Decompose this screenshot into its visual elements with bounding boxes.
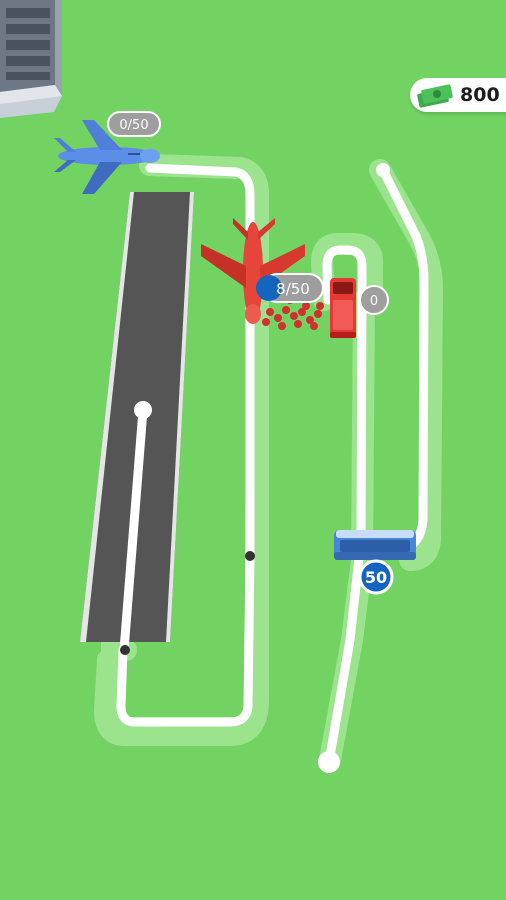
red-bus[interactable] — [330, 278, 356, 338]
money-counter: 800 — [410, 78, 506, 112]
path-waypoint-dot — [245, 551, 255, 561]
red-bus-counter: 0 — [370, 294, 378, 309]
blue-plane-counter: 0/50 — [119, 118, 148, 133]
red-plane-counter: 8/50 — [276, 280, 310, 298]
blue-bus[interactable] — [334, 530, 416, 560]
money-value: 800 — [460, 84, 500, 106]
path-start-node[interactable] — [376, 163, 390, 177]
path-waypoint-dot — [120, 645, 130, 655]
runway-start-node[interactable] — [134, 401, 152, 419]
red-bus-counter-badge: 0 — [359, 285, 389, 315]
terminal-building — [0, 0, 62, 118]
game-scene: 0/50 8/50 0 50 — [0, 0, 506, 900]
blue-bus-counter: 50 — [365, 568, 387, 587]
red-plane-counter-badge: 8/50 — [256, 273, 324, 303]
path-end-node[interactable] — [318, 751, 340, 773]
blue-plane-counter-badge: 0/50 — [107, 111, 161, 137]
blue-bus-counter-badge: 50 — [358, 559, 394, 595]
cash-stack-icon — [417, 84, 453, 108]
